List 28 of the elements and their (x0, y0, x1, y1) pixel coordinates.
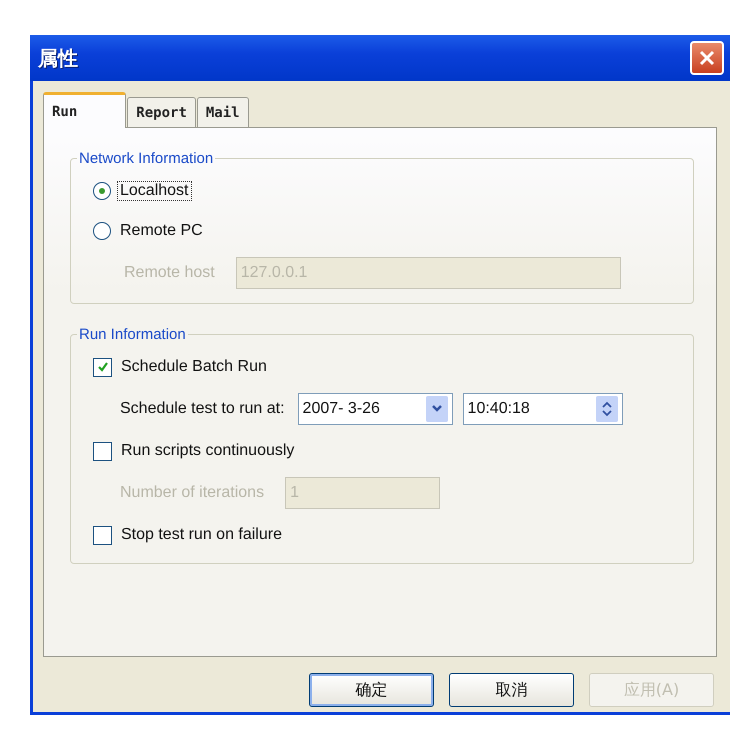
date-picker[interactable]: 2007- 3-26 (298, 393, 453, 425)
dialog-button[interactable]: 取消 (449, 673, 574, 707)
field-label: Remote host (123, 263, 216, 283)
close-button[interactable] (690, 41, 724, 75)
dropdown-icon (426, 396, 448, 422)
checkbox-label: Stop test run on failure (120, 525, 283, 545)
time-field[interactable]: 10:40:18 (462, 393, 623, 425)
field-label: Schedule test to run at: (119, 399, 286, 419)
radio-label: Remote PC (119, 221, 204, 241)
checkbox[interactable] (93, 442, 112, 460)
checkbox[interactable] (93, 526, 112, 544)
tab[interactable]: Mail (196, 97, 249, 128)
close-icon (698, 49, 716, 67)
radio-button[interactable] (93, 182, 111, 200)
window-title: 属性 (38, 44, 78, 72)
radio-label: Localhost (117, 181, 192, 201)
group-title: Network Information (78, 150, 214, 167)
tab[interactable]: Report (127, 97, 196, 128)
checkbox[interactable] (93, 358, 112, 376)
spinner-icon (596, 396, 618, 422)
checkbox-label: Schedule Batch Run (120, 357, 268, 377)
tab[interactable]: Run (43, 92, 126, 128)
field-label: Number of iterations (119, 483, 266, 503)
checkmark-icon (96, 361, 108, 373)
dialog-button[interactable]: 确定 (309, 673, 434, 707)
radio-button[interactable] (93, 222, 111, 240)
group-title: Run Information (78, 326, 187, 343)
checkbox-label: Run scripts continuously (120, 441, 296, 461)
